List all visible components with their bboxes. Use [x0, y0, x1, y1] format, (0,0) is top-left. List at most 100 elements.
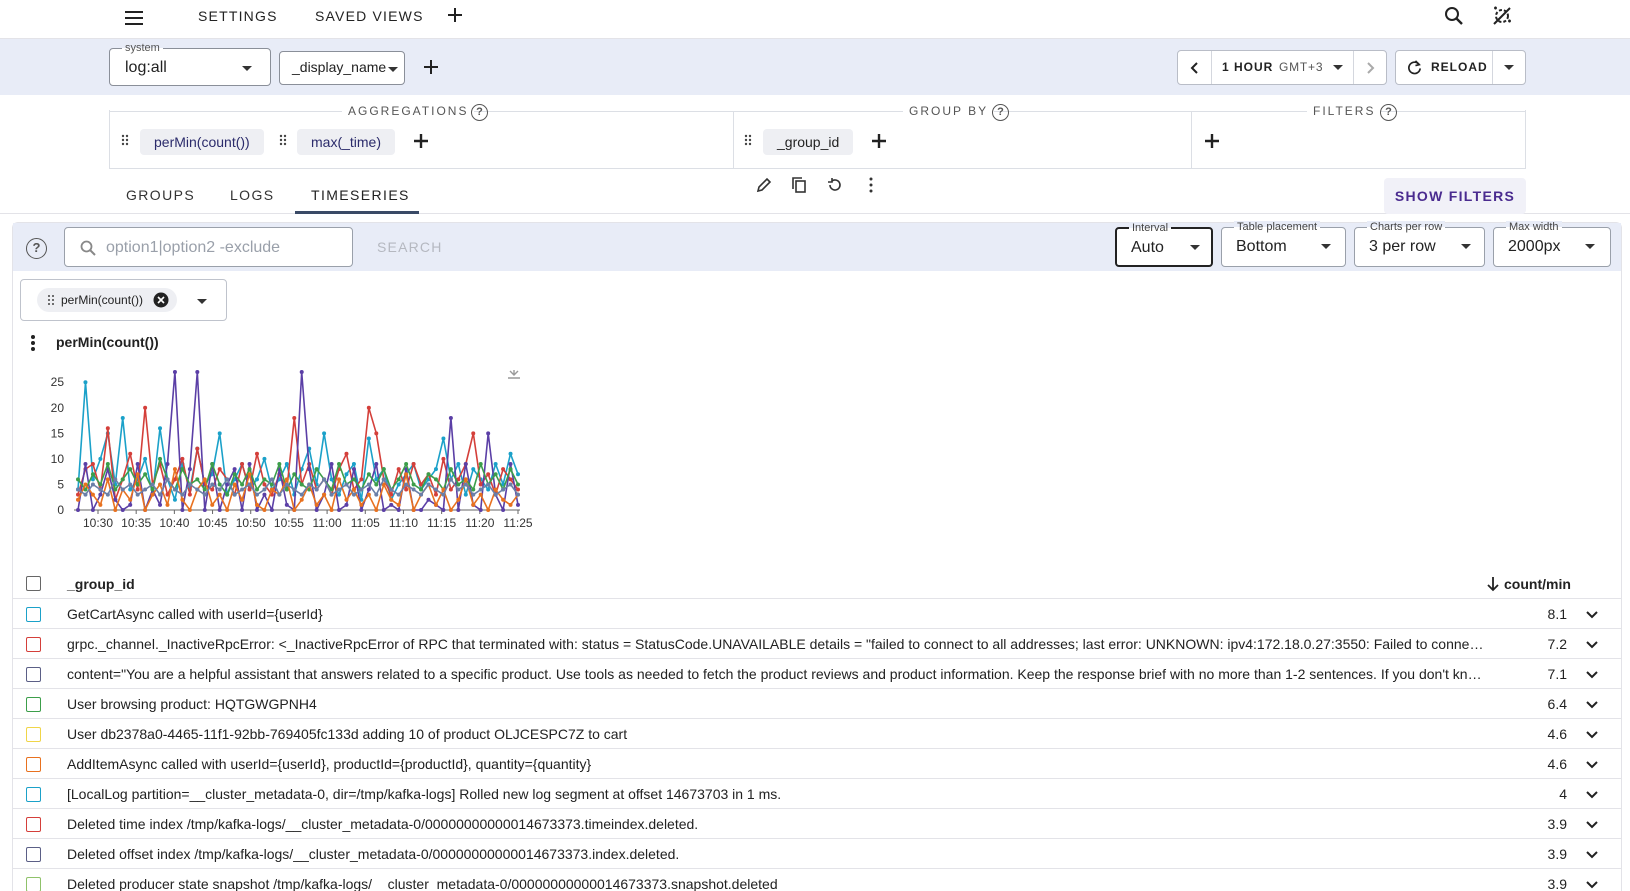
max-width-select[interactable]: Max width 2000px [1493, 221, 1611, 267]
table-row[interactable]: content="You are a helpful assistant tha… [13, 659, 1621, 689]
drag-handle-icon[interactable] [121, 134, 131, 148]
remove-icon[interactable] [153, 292, 169, 308]
table-row[interactable]: User db2378a0-4465-11f1-92bb-769405fc133… [13, 719, 1621, 749]
theme-toggle-icon[interactable] [1490, 4, 1514, 28]
table-row[interactable]: User browsing product: HQTGWGPNH4 6.4 [13, 689, 1621, 719]
search-input[interactable]: option1|option2 -exclude [64, 227, 353, 267]
charts-per-row-select[interactable]: Charts per row 3 per row [1354, 221, 1485, 267]
data-point [202, 477, 207, 482]
row-checkbox[interactable] [26, 727, 41, 742]
group-by-chip[interactable]: _group_id [763, 129, 854, 155]
chart-title: perMin(count()) [56, 334, 159, 350]
table-placement-select[interactable]: Table placement Bottom [1221, 221, 1346, 267]
chart-menu-icon[interactable] [30, 334, 36, 352]
saved-views-link[interactable]: SAVED VIEWS [315, 8, 424, 24]
expand-chevron-icon[interactable] [1585, 608, 1599, 622]
next-range-button[interactable] [1354, 51, 1386, 84]
interval-select[interactable]: Interval Auto [1115, 222, 1213, 267]
search-button[interactable]: SEARCH [377, 239, 443, 255]
data-point [374, 492, 379, 497]
download-icon[interactable] [508, 370, 520, 379]
data-point [389, 497, 394, 502]
copy-icon[interactable] [790, 176, 808, 194]
drag-handle-icon[interactable] [744, 134, 754, 148]
row-checkbox[interactable] [26, 607, 41, 622]
help-icon[interactable]: ? [471, 104, 488, 121]
table-row[interactable]: Deleted offset index /tmp/kafka-logs/__c… [13, 839, 1621, 869]
expand-chevron-icon[interactable] [1585, 818, 1599, 832]
tab-timeseries[interactable]: TIMESERIES [311, 187, 410, 203]
add-aggregation-icon[interactable] [412, 132, 430, 150]
add-view-icon[interactable] [444, 4, 466, 26]
expand-chevron-icon[interactable] [1585, 728, 1599, 742]
data-point [463, 482, 468, 487]
aggregation-chip[interactable]: max(_time) [297, 129, 396, 155]
data-point [508, 467, 513, 472]
expand-chevron-icon[interactable] [1585, 788, 1599, 802]
time-range-select[interactable]: 1 HOUR GMT+3 [1212, 51, 1354, 84]
prev-range-button[interactable] [1178, 51, 1212, 84]
column-header-group-id[interactable]: _group_id [67, 576, 135, 592]
help-icon[interactable]: ? [1380, 104, 1397, 121]
table-row[interactable]: grpc._channel._InactiveRpcError: <_Inact… [13, 629, 1621, 659]
data-point [202, 508, 207, 512]
table-row[interactable]: [LocalLog partition=__cluster_metadata-0… [13, 779, 1621, 809]
show-filters-button[interactable]: SHOW FILTERS [1384, 178, 1526, 214]
table-row[interactable]: Deleted producer state snapshot /tmp/kaf… [13, 869, 1621, 891]
data-point [456, 508, 461, 512]
x-tick-label: 11:15 [427, 516, 456, 530]
expand-chevron-icon[interactable] [1585, 638, 1599, 652]
sort-desc-icon[interactable] [1486, 576, 1500, 592]
data-point [299, 482, 304, 487]
data-point [217, 508, 222, 512]
row-checkbox[interactable] [26, 757, 41, 772]
row-checkbox[interactable] [26, 637, 41, 652]
table-row[interactable]: AddItemAsync called with userId={userId}… [13, 749, 1621, 779]
row-checkbox[interactable] [26, 667, 41, 682]
expand-chevron-icon[interactable] [1585, 848, 1599, 862]
data-point [98, 482, 103, 487]
menu-icon[interactable] [122, 6, 146, 30]
drag-handle-icon[interactable] [279, 134, 289, 148]
reload-options-button[interactable] [1493, 51, 1526, 84]
metric-select[interactable]: perMin(count()) [20, 279, 227, 321]
reset-icon[interactable] [826, 176, 844, 194]
table-row[interactable]: GetCartAsync called with userId={userId}… [13, 599, 1621, 629]
help-icon[interactable]: ? [26, 238, 47, 259]
group-message: Deleted producer state snapshot /tmp/kaf… [67, 876, 778, 891]
data-point [113, 487, 118, 492]
more-vert-icon[interactable] [862, 176, 880, 194]
table-row[interactable]: Deleted time index /tmp/kafka-logs/__clu… [13, 809, 1621, 839]
select-all-checkbox[interactable] [26, 576, 41, 591]
reload-button[interactable]: RELOAD [1396, 51, 1493, 84]
data-point [344, 502, 349, 507]
display-field-select[interactable]: _display_name [279, 51, 405, 85]
aggregation-chip[interactable]: perMin(count()) [140, 129, 264, 155]
data-point [210, 487, 215, 492]
add-field-icon[interactable] [422, 58, 440, 76]
add-group-by-icon[interactable] [870, 132, 888, 150]
settings-link[interactable]: SETTINGS [198, 8, 278, 24]
row-checkbox[interactable] [26, 787, 41, 802]
expand-chevron-icon[interactable] [1585, 878, 1599, 891]
expand-chevron-icon[interactable] [1585, 668, 1599, 682]
data-point [486, 508, 491, 512]
data-point [486, 431, 491, 436]
row-checkbox[interactable] [26, 817, 41, 832]
system-select[interactable]: system log:all [109, 41, 271, 86]
add-filter-icon[interactable] [1203, 132, 1221, 150]
data-point [76, 497, 80, 502]
help-icon[interactable]: ? [992, 104, 1009, 121]
metric-chip[interactable]: perMin(count()) [37, 288, 178, 312]
expand-chevron-icon[interactable] [1585, 758, 1599, 772]
search-icon[interactable] [1442, 4, 1466, 28]
data-point [381, 477, 386, 482]
row-checkbox[interactable] [26, 697, 41, 712]
tab-groups[interactable]: GROUPS [126, 187, 195, 203]
edit-icon[interactable] [755, 176, 773, 194]
row-checkbox[interactable] [26, 847, 41, 862]
row-checkbox[interactable] [26, 877, 41, 891]
expand-chevron-icon[interactable] [1585, 698, 1599, 712]
column-header-count[interactable]: count/min [1504, 576, 1571, 592]
tab-logs[interactable]: LOGS [230, 187, 275, 203]
